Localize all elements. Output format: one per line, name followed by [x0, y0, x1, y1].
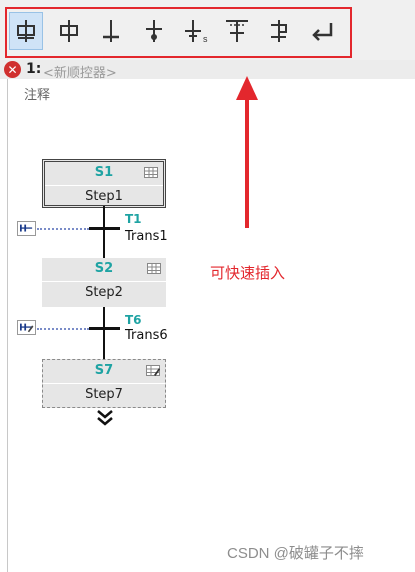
step-s1[interactable]: S1 Step1: [42, 159, 166, 208]
transition-id: T1: [125, 212, 142, 226]
step-s2[interactable]: S2 Step2: [42, 258, 166, 307]
step-s7[interactable]: S7 Step7: [42, 359, 166, 408]
transition-bar-t1[interactable]: [89, 227, 120, 230]
watermark: CSDN @破罐子不摔: [227, 545, 364, 562]
step-header: S1: [45, 162, 163, 184]
step-label: Step7: [85, 387, 123, 402]
annotation-arrow-icon: [236, 76, 258, 228]
transition-label: Trans6: [125, 328, 168, 343]
transition-id: T6: [125, 313, 142, 327]
step-divider: [43, 383, 165, 384]
left-border: [7, 60, 8, 572]
step-table-icon: [147, 263, 161, 274]
annotation-text: 可快速插入: [210, 265, 286, 282]
transition-dotted-link: [37, 328, 89, 330]
transition-condition-icon[interactable]: [17, 221, 36, 236]
step-header: S7: [43, 360, 165, 382]
error-icon: ✕: [4, 61, 21, 78]
network-name[interactable]: <新顺控器>: [43, 62, 117, 81]
step-table-edit-icon: [146, 365, 160, 376]
transition-dotted-link: [37, 228, 89, 230]
toolbar-highlight-box: [5, 7, 352, 58]
step-header: S2: [42, 258, 166, 280]
sequence-end-arrow-icon: [97, 410, 113, 426]
transition-bar-t6[interactable]: [89, 327, 120, 330]
step-divider: [45, 185, 163, 186]
network-number: 1:: [26, 61, 42, 77]
connection-line: [103, 206, 105, 258]
transition-label: Trans1: [125, 229, 168, 244]
connection-line: [103, 307, 105, 359]
step-label: Step2: [85, 285, 123, 300]
step-divider: [42, 281, 166, 282]
network-comment[interactable]: 注释: [24, 84, 50, 103]
step-label: Step1: [85, 189, 123, 204]
step-table-icon: [144, 167, 158, 178]
transition-condition-edit-icon[interactable]: [17, 320, 36, 335]
